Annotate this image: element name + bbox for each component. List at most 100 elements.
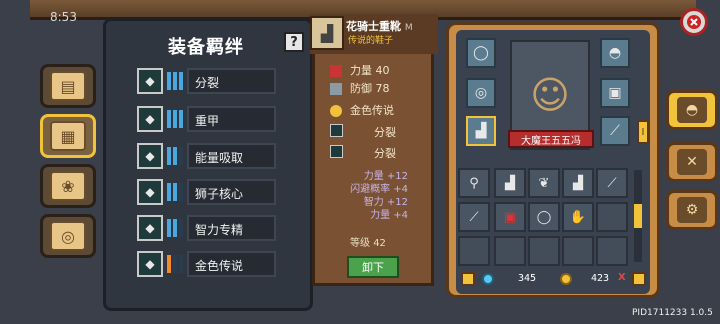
unequip-button[interactable]: 卸下 [347, 256, 399, 278]
bond-label: 重甲 [187, 106, 276, 132]
inventory-slot-empty[interactable] [494, 236, 526, 266]
close-button[interactable] [680, 8, 708, 36]
staff-icon: ⟋ [469, 209, 479, 225]
bond-progress-pip [167, 219, 171, 237]
map-icon: ▦ [50, 121, 86, 151]
bond-progress-pip [173, 110, 177, 128]
bond-row[interactable]: ◆ 智力专精 [137, 215, 276, 241]
bond-progress [167, 219, 183, 237]
lion-core-icon: ◆ [137, 179, 163, 205]
item-subtitle: 传说的鞋子 [348, 36, 394, 46]
bond-progress-pip [179, 183, 183, 201]
inventory-slot[interactable]: ⟋ [458, 202, 490, 232]
boots-icon: ▟ [573, 175, 583, 191]
inventory-slot-empty[interactable] [562, 236, 594, 266]
bond-progress-pip [179, 219, 183, 237]
heavy-boots-icon: ▟ [310, 16, 344, 50]
trait-split-2: 分裂 [330, 143, 426, 161]
item-name: 花骑士重靴 M [346, 20, 413, 33]
inventory-slot[interactable]: ▟ [562, 168, 594, 198]
ring-icon: ◎ [474, 85, 488, 101]
equip-slot-boots[interactable]: ▟ [466, 116, 496, 146]
tab-skills[interactable]: ✕ [666, 142, 718, 182]
equip-slot-weapon[interactable]: ⟋ [600, 116, 630, 146]
trash-icon[interactable] [632, 272, 646, 286]
paw-icon: ❀ [50, 171, 86, 201]
coin-suffix: X [618, 272, 626, 283]
bond-progress-pip [167, 72, 171, 90]
ring-icon: ◯ [536, 209, 552, 225]
status-clock: 8:53 [50, 10, 77, 24]
tab-equipment-bonds[interactable]: ▦ [40, 114, 96, 158]
inventory-slot-empty[interactable] [458, 236, 490, 266]
bond-progress [167, 183, 183, 201]
golden-legend-icon: ◆ [137, 251, 163, 277]
inventory-slot[interactable]: ▣ [494, 202, 526, 232]
inventory-slot[interactable]: ⟋ [596, 168, 628, 198]
split-arrows-icon: ◆ [137, 68, 163, 94]
book-icon: ▤ [50, 71, 86, 101]
equip-slot-armor[interactable]: ▣ [600, 78, 630, 108]
bond-progress-pip [167, 110, 171, 128]
bond-progress [167, 110, 183, 128]
close-icon [687, 15, 701, 29]
heavy-boots-icon: ▟ [475, 123, 487, 139]
bond-progress-pip [173, 147, 177, 165]
bond-row[interactable]: ◆ 狮子核心 [137, 179, 276, 205]
equip-slot-ring[interactable]: ◎ [466, 78, 496, 108]
gem-icon [482, 273, 494, 285]
bonds-title: 装备羁绊 [168, 37, 244, 58]
tab-vehicle[interactable]: ◎ [40, 214, 96, 258]
build-id: PID1711233 1.0.5 [632, 308, 713, 318]
bond-row[interactable]: ◆ 能量吸取 [137, 143, 276, 169]
inventory-scroll-thumb[interactable] [634, 204, 642, 228]
stat-defense: 防御 78 [330, 80, 390, 96]
blade-icon: ⟋ [610, 123, 620, 139]
bond-label: 分裂 [187, 68, 276, 94]
bond-progress-pip [179, 255, 183, 273]
bond-progress-pip [167, 255, 171, 273]
split-arrows-icon [330, 145, 343, 158]
golden-legend-icon [330, 105, 342, 117]
crossed-swords-icon: ✕ [677, 149, 707, 175]
inventory-slot[interactable]: ✋ [562, 202, 594, 232]
inventory-slot[interactable]: ◯ [528, 202, 560, 232]
necklace-icon: ◯ [473, 45, 489, 61]
bone-icon: ⚲ [469, 175, 479, 191]
heavy-armor-icon: ◆ [137, 106, 163, 132]
character-name: 大魔王五五冯 [508, 130, 594, 148]
bond-row[interactable]: ◆ 重甲 [137, 106, 276, 132]
tab-codex[interactable]: ▤ [40, 64, 96, 108]
bond-progress-pip [179, 72, 183, 90]
inventory-slot-empty[interactable] [528, 236, 560, 266]
helmet-icon: ◓ [677, 97, 707, 123]
bond-row[interactable]: ◆ 金色传说 [137, 251, 276, 277]
inventory-slot-empty[interactable] [596, 202, 628, 232]
lock-icon[interactable] [461, 272, 475, 286]
inventory-slot[interactable]: ⚲ [458, 168, 490, 198]
boots-icon: ▟ [505, 175, 515, 191]
inventory-slot-empty[interactable] [596, 236, 628, 266]
tab-pets[interactable]: ❀ [40, 164, 96, 208]
inventory-slot[interactable]: ▟ [494, 168, 526, 198]
bond-row[interactable]: ◆ 分裂 [137, 68, 276, 94]
tab-character[interactable]: ◓ [666, 90, 718, 130]
equip-slot-necklace[interactable]: ◯ [466, 38, 496, 68]
bond-progress-pip [167, 183, 171, 201]
split-arrows-icon [330, 124, 343, 137]
equip-slot-helmet[interactable]: ◓ [600, 38, 630, 68]
bond-label: 能量吸取 [187, 143, 276, 169]
tab-settings[interactable]: ⚙ [666, 190, 718, 230]
character-side-tag[interactable]: I [637, 120, 649, 144]
feather-icon: ❦ [538, 175, 550, 191]
item-level: 等级 42 [350, 238, 386, 249]
bond-label: 金色传说 [187, 251, 276, 277]
shield-icon [330, 83, 342, 95]
bond-progress-pip [173, 219, 177, 237]
fist-icon [330, 65, 342, 77]
bond-progress-pip [167, 147, 171, 165]
coin-count: 423 [591, 273, 610, 284]
inventory-slot[interactable]: ❦ [528, 168, 560, 198]
help-button[interactable]: ? [284, 32, 304, 52]
intellect-book-icon: ◆ [137, 215, 163, 241]
